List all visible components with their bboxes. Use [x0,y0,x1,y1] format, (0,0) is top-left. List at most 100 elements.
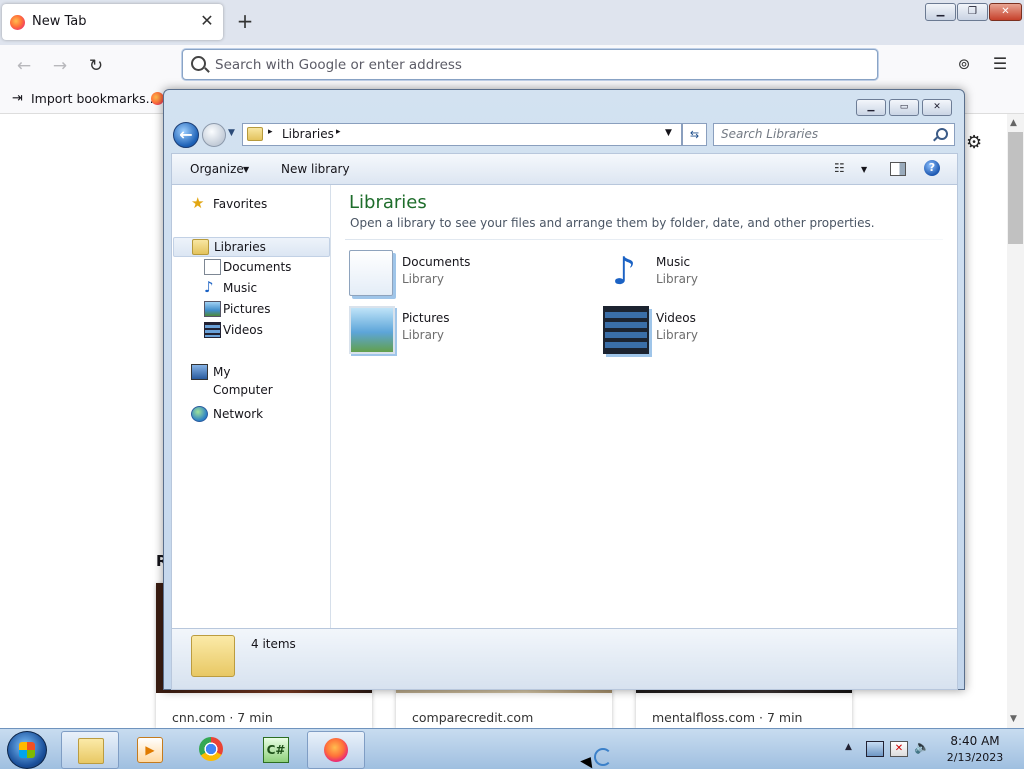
libraries-folder-icon [191,635,235,677]
page-title: Libraries [349,192,427,213]
taskbar: ▶ C# ▲ ✕ 🔈 8:40 AM 2/13/2023 [0,728,1024,769]
story-source: mentalfloss.com · 7 min [652,710,803,725]
scroll-down-icon[interactable]: ▼ [1010,714,1017,724]
organize-button[interactable]: Organize [190,162,244,176]
page-description: Open a library to see your files and arr… [350,216,875,230]
clock-date[interactable]: 2/13/2023 [940,751,1010,764]
content-pane: Libraries Open a library to see your fil… [331,185,957,629]
picture-icon [204,301,221,317]
recent-pages-chevron-icon[interactable]: ▼ [228,128,235,138]
story-source: cnn.com · 7 min [172,710,273,725]
nav-item-libraries[interactable]: Libraries [173,237,330,257]
divider [345,239,943,240]
library-tile-videos[interactable]: Videos Library [599,304,819,354]
firefox-minimize-button[interactable]: ▁ [925,3,956,21]
videos-library-icon [603,306,649,354]
chrome-icon [199,737,223,761]
gear-icon[interactable]: ⚙ [966,132,982,153]
tab-title: New Tab [32,14,87,29]
volume-icon[interactable]: 🔈 [914,741,930,755]
nav-item-label: Videos [223,323,263,337]
import-icon: ⇥ [12,91,23,106]
nav-item-label: Favorites [213,197,268,211]
taskbar-firefox-button[interactable] [307,731,365,769]
star-icon: ★ [191,194,205,212]
command-bar: Organize ▼ New library ☷ ▼ ? [171,153,958,184]
story-source: comparecredit.com [412,710,534,725]
close-tab-icon[interactable]: ✕ [197,11,217,31]
taskbar-explorer-button[interactable] [61,731,119,769]
library-tile-pictures[interactable]: Pictures Library [345,304,565,354]
nav-item-label: Documents [223,260,292,274]
import-bookmarks-link[interactable]: Import bookmarks... [31,91,158,106]
search-icon[interactable] [936,128,948,140]
scrollbar-thumb[interactable] [1008,132,1023,244]
pictures-library-icon [349,306,395,354]
firefox-tab-strip: New Tab ✕ + ▁ ❐ ✕ [0,0,1024,45]
taskbar-chrome-button[interactable] [183,731,239,767]
nav-item-label: Music [223,281,258,295]
libraries-folder-icon [192,239,209,255]
navigation-pane: ★ Favorites Libraries Documents ♪ Music … [172,185,331,629]
address-dropdown-icon[interactable]: ▼ [665,128,672,138]
hamburger-menu-icon[interactable]: ☰ [991,55,1009,73]
scroll-up-icon[interactable]: ▲ [1010,118,1017,128]
library-tile-music[interactable]: ♪ Music Library [599,248,819,298]
firefox-icon [324,738,348,762]
forward-arrow-icon[interactable]: → [49,55,71,77]
libraries-folder-icon [247,127,263,141]
details-pane: 4 items [171,628,958,690]
firefox-logo-icon [10,15,25,30]
firefox-close-button[interactable]: ✕ [989,3,1022,21]
firefox-restore-button[interactable]: ❐ [957,3,988,21]
folder-icon [78,738,104,764]
search-input[interactable]: Search Libraries [713,123,955,146]
url-placeholder: Search with Google or enter address [215,57,462,73]
url-bar[interactable]: Search with Google or enter address [182,49,878,80]
explorer-minimize-button[interactable]: ▁ [856,99,886,116]
taskbar-media-player-button[interactable]: ▶ [121,731,177,767]
forward-arrow-icon[interactable] [202,123,226,147]
chevron-down-icon[interactable]: ▼ [243,165,249,174]
film-strip-icon [204,322,221,338]
explorer-close-button[interactable]: ✕ [922,99,952,116]
firefox-tab-new-tab[interactable]: New Tab ✕ [2,4,223,40]
clock-time[interactable]: 8:40 AM [940,734,1010,748]
preview-pane-icon[interactable] [890,162,906,176]
taskbar-csharp-button[interactable]: C# [247,731,303,767]
explorer-maximize-button[interactable]: ▭ [889,99,919,116]
busy-spinner-icon [594,748,612,766]
start-button[interactable] [7,731,47,769]
help-icon[interactable]: ? [924,160,940,176]
action-center-flag-icon[interactable]: ✕ [890,741,908,757]
back-arrow-icon[interactable]: ← [173,122,199,148]
library-type: Library [656,328,698,342]
windows-logo-icon [19,742,35,758]
breadcrumb-chevron-icon[interactable]: ▸ [336,127,341,137]
pocket-icon[interactable]: ⊚ [955,55,973,73]
nav-item-label: Libraries [214,240,266,254]
new-library-button[interactable]: New library [281,162,350,176]
music-note-icon: ♪ [204,278,214,296]
change-view-icon[interactable]: ☷ [834,161,850,175]
search-placeholder: Search Libraries [721,127,819,141]
breadcrumb-libraries[interactable]: Libraries [282,127,334,141]
back-arrow-icon[interactable]: ← [13,55,35,77]
new-tab-button[interactable]: + [234,10,256,32]
library-tile-documents[interactable]: Documents Library [345,248,565,298]
music-library-icon: ♪ [611,249,637,293]
network-globe-icon [191,406,208,422]
nav-item-label: Pictures [223,302,271,316]
show-hidden-icons-icon[interactable]: ▲ [845,742,852,752]
nav-item-label: My Computer [213,365,273,397]
chevron-down-icon[interactable]: ▼ [861,165,867,174]
explorer-body: ★ Favorites Libraries Documents ♪ Music … [171,184,958,630]
address-bar[interactable]: ▸ Libraries ▸ ▼ [242,123,682,146]
search-icon [191,56,206,71]
library-type: Library [656,272,698,286]
breadcrumb-chevron-icon[interactable]: ▸ [268,127,273,137]
item-count: 4 items [251,637,296,651]
refresh-icon[interactable]: ⇆ [682,123,707,146]
network-status-icon[interactable] [866,741,884,757]
reload-icon[interactable]: ↻ [85,55,107,77]
